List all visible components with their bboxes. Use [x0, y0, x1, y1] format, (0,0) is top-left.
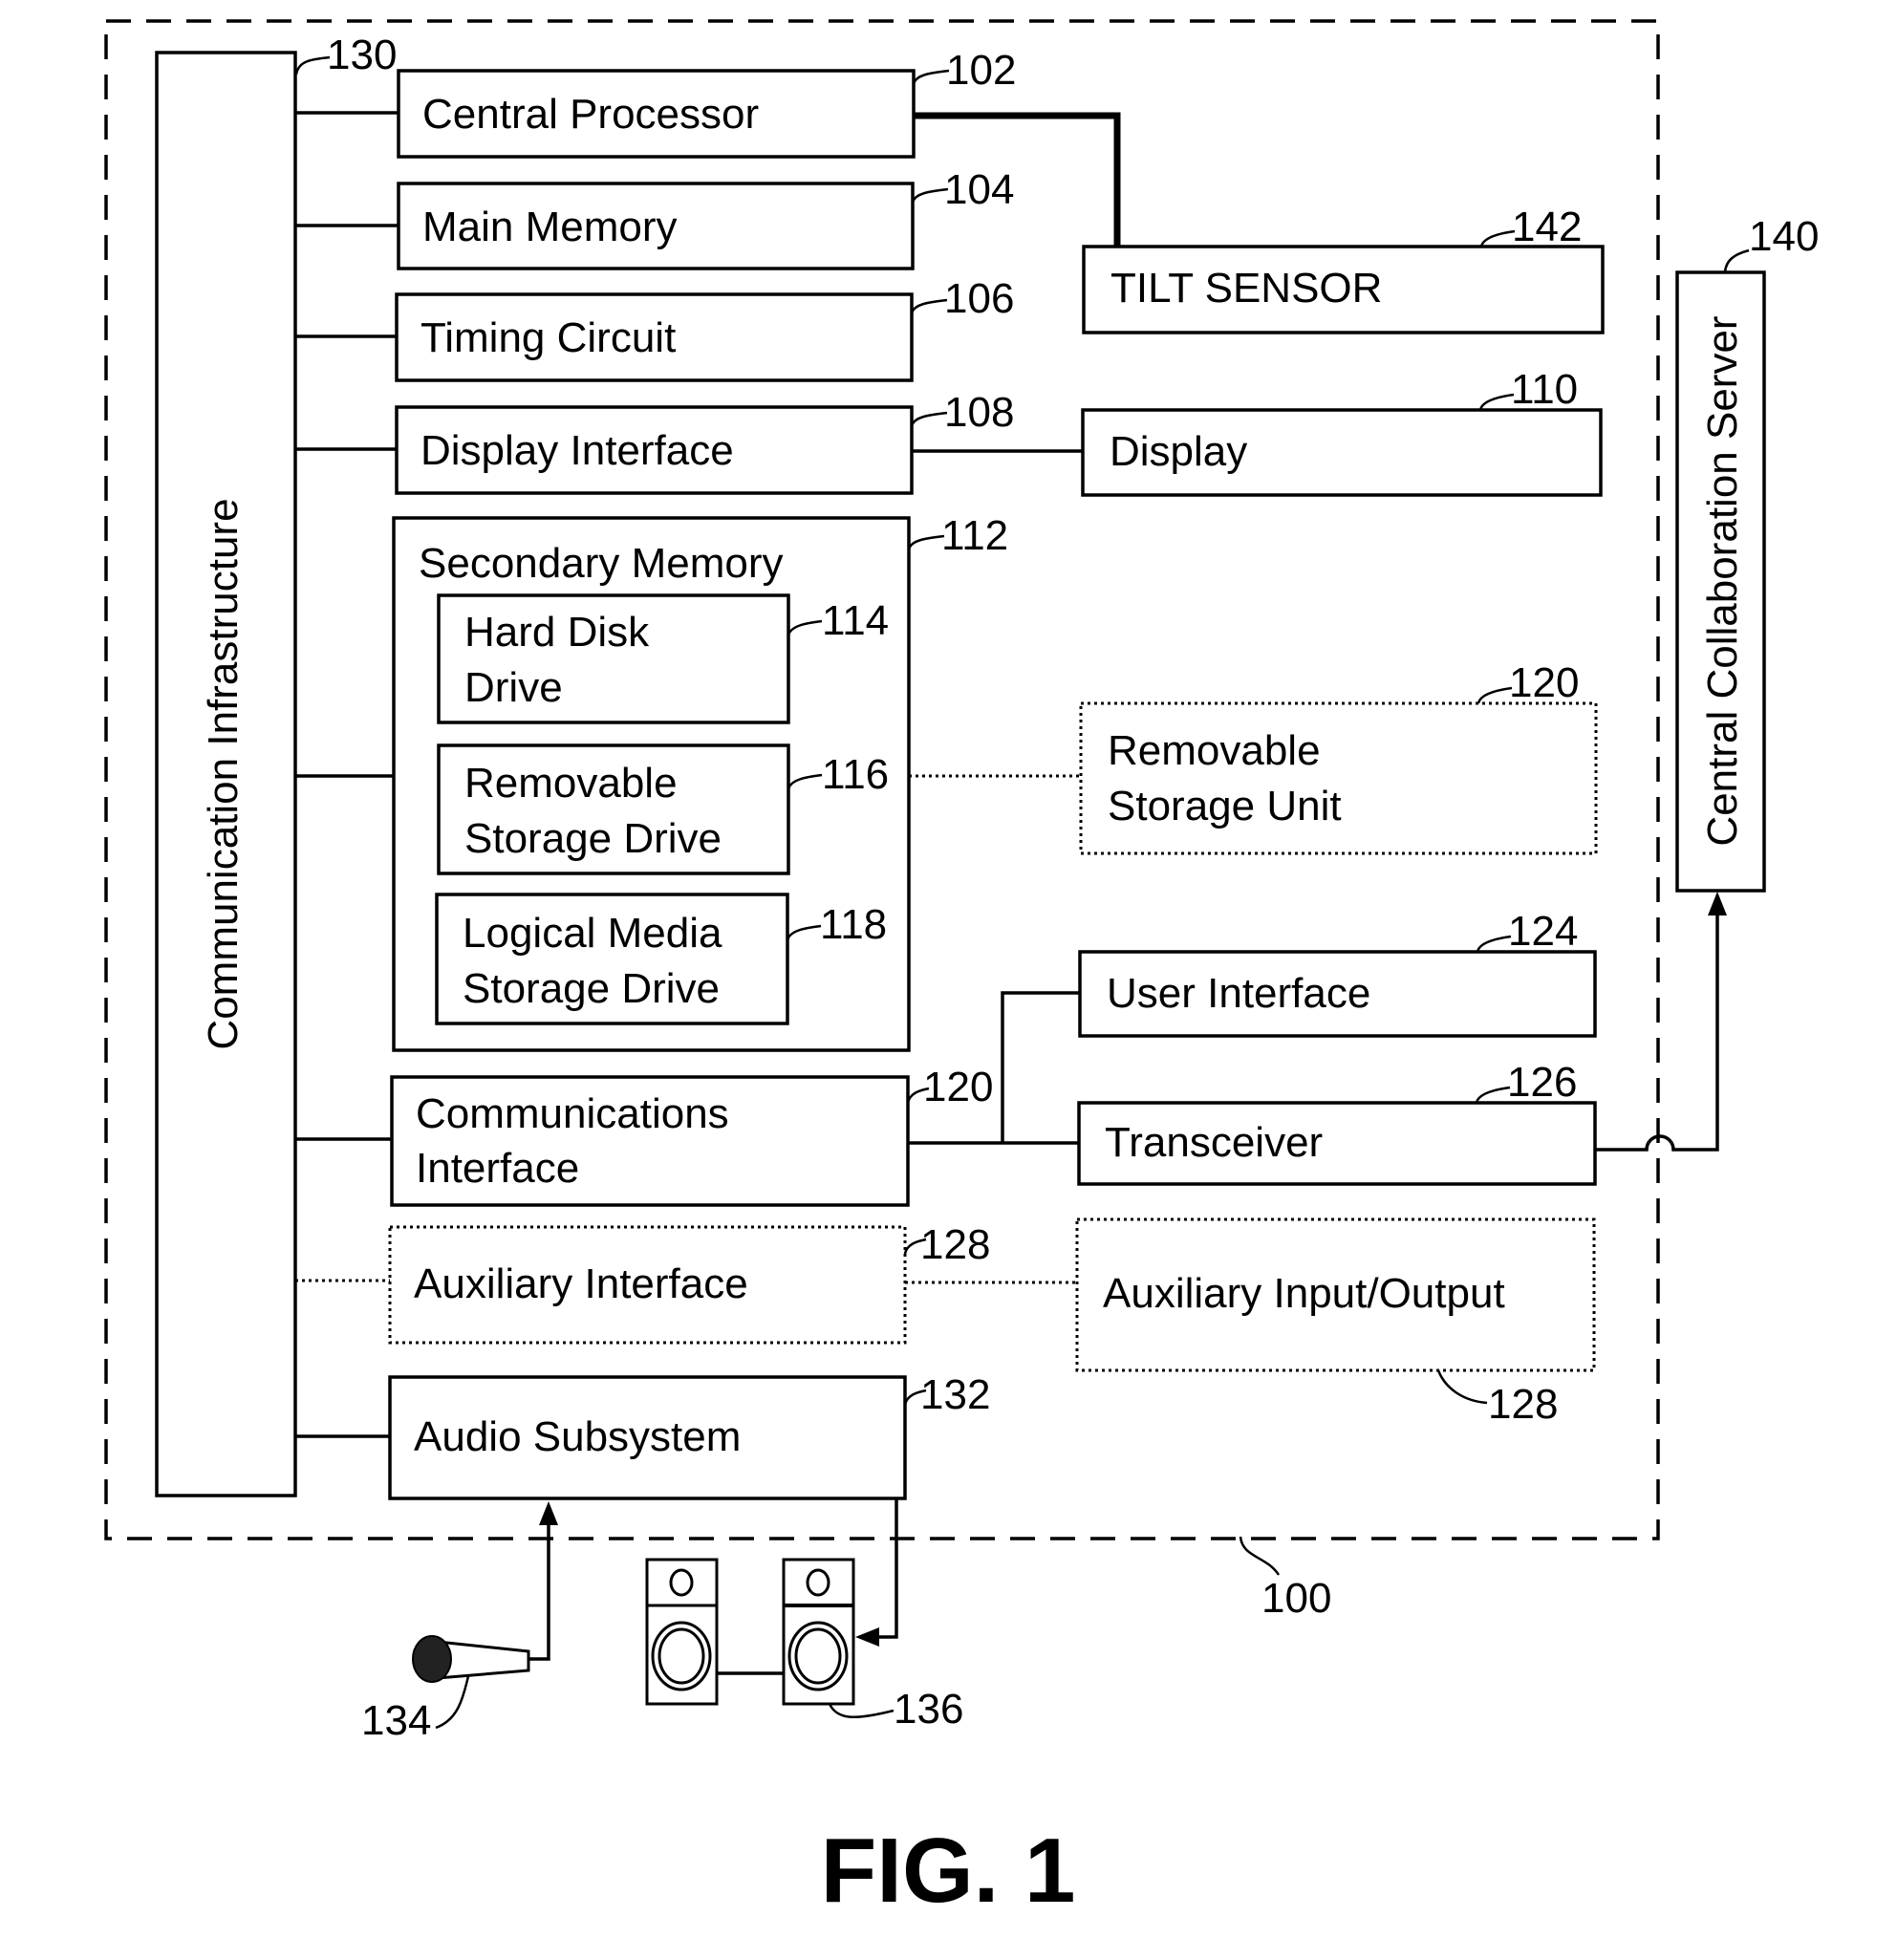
- ref-label-136: 136: [894, 1686, 963, 1733]
- audio-input-arrowhead: [539, 1501, 558, 1525]
- microphone-icon: [412, 1635, 530, 1683]
- secondary-memory-label: Secondary Memory: [419, 540, 783, 587]
- display-leader: [1478, 393, 1515, 411]
- ref-label-134: 134: [361, 1697, 431, 1744]
- ref-label-130: 130: [327, 32, 397, 78]
- transceiver-to-server-wire: [1595, 906, 1719, 1152]
- removable-storage-unit-label-line1: Removable: [1108, 727, 1321, 774]
- ref-label-102: 102: [946, 47, 1016, 94]
- display-label: Display: [1110, 428, 1247, 475]
- system-boundary-leader: [1239, 1536, 1281, 1576]
- ref-label-100: 100: [1261, 1575, 1331, 1622]
- user-interface-leader: [1476, 935, 1512, 953]
- microphone-leader: [435, 1675, 470, 1730]
- audio-to-speaker-wire: [870, 1498, 898, 1639]
- cpu-leader: [912, 69, 950, 85]
- logical-media-storage-drive-label-line2: Storage Drive: [463, 965, 720, 1012]
- server-leader: [1723, 248, 1750, 273]
- ref-label-140: 140: [1749, 213, 1819, 260]
- removable-storage-drive-label-line1: Removable: [464, 760, 678, 807]
- display-interface-leader: [910, 411, 948, 427]
- hard-disk-drive-label-line2: Drive: [464, 664, 563, 711]
- central-collaboration-server-label: Central Collaboration Server: [1699, 315, 1746, 846]
- ref-label-128-aux-if: 128: [920, 1221, 990, 1268]
- right-speaker-icon: [782, 1558, 855, 1706]
- auxiliary-input-output-label: Auxiliary Input/Output: [1103, 1270, 1505, 1317]
- aux-io-leader: [1436, 1369, 1488, 1405]
- secondary-memory-leader: [907, 534, 945, 550]
- comm-interface-to-user-interface-wire: [1001, 991, 1080, 1143]
- ref-label-124: 124: [1508, 908, 1578, 955]
- speaker-arrowhead: [855, 1627, 879, 1647]
- communications-interface-label-line1: Communications: [416, 1090, 729, 1137]
- microphone-to-audio-wire: [528, 1519, 550, 1661]
- server-arrowhead: [1708, 892, 1727, 915]
- display-interface-label: Display Interface: [420, 427, 734, 474]
- comm-infra-leader: [294, 55, 331, 75]
- ref-label-142: 142: [1512, 204, 1582, 250]
- tilt-sensor-leader: [1479, 229, 1516, 248]
- figure-caption: FIG. 1: [821, 1820, 1076, 1922]
- tilt-sensor-label: TILT SENSOR: [1110, 265, 1382, 312]
- auxiliary-interface-label: Auxiliary Interface: [414, 1260, 748, 1307]
- left-speaker-icon: [645, 1558, 719, 1706]
- main-memory-leader: [911, 187, 949, 204]
- ref-label-128-aux-io: 128: [1488, 1381, 1558, 1428]
- rsu-leader: [1477, 686, 1513, 704]
- central-processor-label: Central Processor: [422, 91, 759, 138]
- ref-label-132: 132: [920, 1371, 990, 1418]
- hard-disk-drive-label-line1: Hard Disk: [464, 609, 650, 656]
- communication-infrastructure-label: Communication Infrastructure: [200, 498, 247, 1049]
- ref-label-108: 108: [944, 389, 1014, 436]
- removable-storage-unit-label-line2: Storage Unit: [1108, 783, 1342, 829]
- user-interface-label: User Interface: [1107, 970, 1370, 1017]
- ref-label-114: 114: [822, 597, 889, 644]
- timing-leader: [910, 298, 948, 314]
- ref-label-110: 110: [1511, 366, 1578, 413]
- ref-label-118: 118: [820, 901, 887, 948]
- removable-storage-drive-label-line2: Storage Drive: [464, 815, 722, 862]
- transceiver-label: Transceiver: [1105, 1119, 1323, 1166]
- speakers-leader: [828, 1703, 895, 1719]
- ref-label-120-rsu: 120: [1509, 659, 1579, 706]
- ref-label-112: 112: [941, 512, 1008, 559]
- ref-label-116: 116: [822, 751, 889, 798]
- block-diagram: 100 Communication Infrastructure 130 Cen…: [104, 19, 1819, 1922]
- audio-subsystem-label: Audio Subsystem: [414, 1413, 741, 1460]
- main-memory-label: Main Memory: [422, 204, 678, 250]
- transceiver-leader: [1475, 1086, 1511, 1104]
- ref-label-126: 126: [1507, 1059, 1577, 1106]
- removable-storage-unit-block: [1079, 701, 1598, 855]
- ref-label-120-comm: 120: [923, 1064, 993, 1110]
- timing-circuit-label: Timing Circuit: [420, 314, 676, 361]
- logical-media-storage-drive-label-line1: Logical Media: [463, 910, 722, 957]
- ref-label-104: 104: [944, 166, 1014, 213]
- ref-label-106: 106: [944, 275, 1014, 322]
- communications-interface-label-line2: Interface: [416, 1145, 579, 1192]
